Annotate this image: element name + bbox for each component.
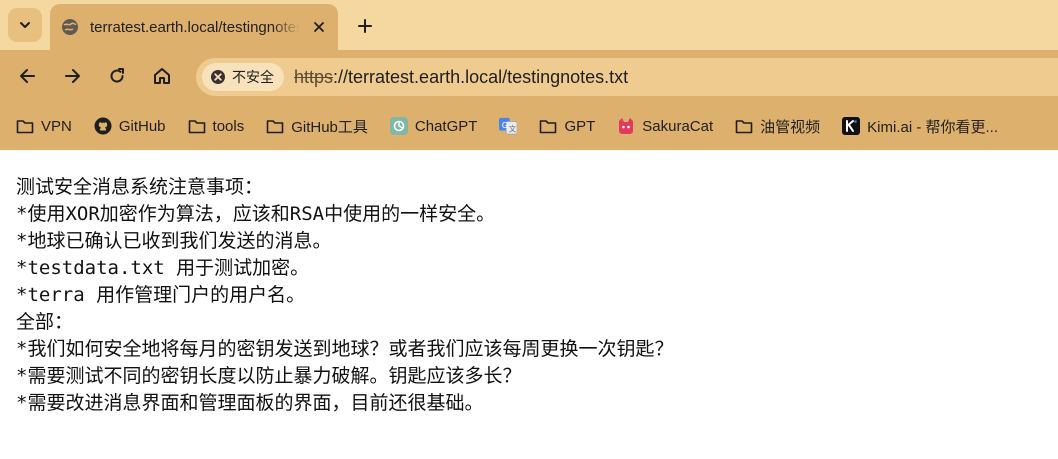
url-scheme: https <box>294 66 334 87</box>
home-button[interactable] <box>149 63 175 89</box>
security-label: 不安全 <box>232 70 274 86</box>
document-line: *地球已确认已收到我们发送的消息。 <box>16 230 332 252</box>
bookmark-chatgpt[interactable]: ChatGPT <box>389 117 477 135</box>
toolbar: 不安全 https://terratest.earth.local/testin… <box>0 50 1058 102</box>
bookmark-github[interactable]: GitHub <box>94 117 166 135</box>
kimi-icon <box>842 117 861 135</box>
active-tab[interactable]: terratest.earth.local/testingnotes.txt <box>50 4 338 50</box>
folder-icon <box>539 118 557 134</box>
bookmark-github-tools[interactable]: GitHub工具 <box>266 116 368 137</box>
globe-icon <box>61 18 79 36</box>
new-tab-button[interactable] <box>352 13 378 39</box>
bookmark-youtube-videos[interactable]: 油管视频 <box>735 116 820 137</box>
folder-icon <box>266 118 284 134</box>
github-icon <box>94 117 112 135</box>
close-icon[interactable] <box>310 18 328 36</box>
svg-text:G: G <box>502 120 508 130</box>
document-line: *terra 用作管理门户的用户名。 <box>16 284 306 306</box>
svg-text:文: 文 <box>509 124 516 133</box>
reload-button[interactable] <box>104 63 130 89</box>
document-line: *需要测试不同的密钥长度以防止暴力破解。钥匙应该多长？ <box>16 365 522 387</box>
bookmark-vpn[interactable]: VPN <box>16 118 72 135</box>
chevron-down-icon <box>20 22 30 28</box>
url-path: ://terratest.earth.local/testingnotes.tx… <box>333 66 629 87</box>
url-text[interactable]: https://terratest.earth.local/testingnot… <box>294 67 628 88</box>
forward-button[interactable] <box>59 63 85 89</box>
folder-icon <box>735 118 753 134</box>
document-content: 测试安全消息系统注意事项： *使用XOR加密作为算法，应该和RSA中使用的一样安… <box>0 150 1058 417</box>
chatgpt-icon <box>389 117 408 135</box>
tab-search-button[interactable] <box>8 8 42 42</box>
bookmark-kimi[interactable]: Kimi.ai - 帮你看更... <box>842 116 998 137</box>
browser-chrome: terratest.earth.local/testingnotes.txt 不… <box>0 0 1058 150</box>
plus-icon <box>358 19 372 33</box>
bookmark-gpt[interactable]: GPT <box>539 118 595 135</box>
cat-icon <box>617 118 635 134</box>
folder-icon <box>16 118 34 134</box>
folder-icon <box>188 118 206 134</box>
document-line: 测试安全消息系统注意事项： <box>16 176 264 198</box>
bookmark-sakuracat[interactable]: SakuraCat <box>617 118 713 135</box>
bookmark-google-translate[interactable]: G文 <box>499 117 518 135</box>
reload-icon <box>110 68 124 83</box>
bookmarks-bar: VPN GitHub tools GitHub工具 ChatGPT G文 GPT <box>0 102 1058 150</box>
address-bar[interactable]: 不安全 https://terratest.earth.local/testin… <box>196 58 1058 96</box>
document-line: *我们如何安全地将每月的密钥发送到地球？或者我们应该每周更换一次钥匙？ <box>16 338 674 360</box>
home-icon <box>154 68 170 84</box>
tab-title: terratest.earth.local/testingnotes.txt <box>90 18 300 36</box>
document-line: *testdata.txt 用于测试加密。 <box>16 257 310 279</box>
arrow-right-icon <box>65 69 80 83</box>
document-line: 全部： <box>16 311 74 333</box>
not-secure-icon <box>211 70 225 84</box>
tab-strip: terratest.earth.local/testingnotes.txt <box>0 0 1058 50</box>
security-chip[interactable]: 不安全 <box>202 63 284 91</box>
back-button[interactable] <box>15 63 41 89</box>
arrow-left-icon <box>20 69 35 83</box>
google-translate-icon: G文 <box>499 117 518 135</box>
document-line: *使用XOR加密作为算法，应该和RSA中使用的一样安全。 <box>16 203 496 225</box>
bookmark-tools[interactable]: tools <box>188 118 244 135</box>
document-line: *需要改进消息界面和管理面板的界面，目前还很基础。 <box>16 392 484 414</box>
